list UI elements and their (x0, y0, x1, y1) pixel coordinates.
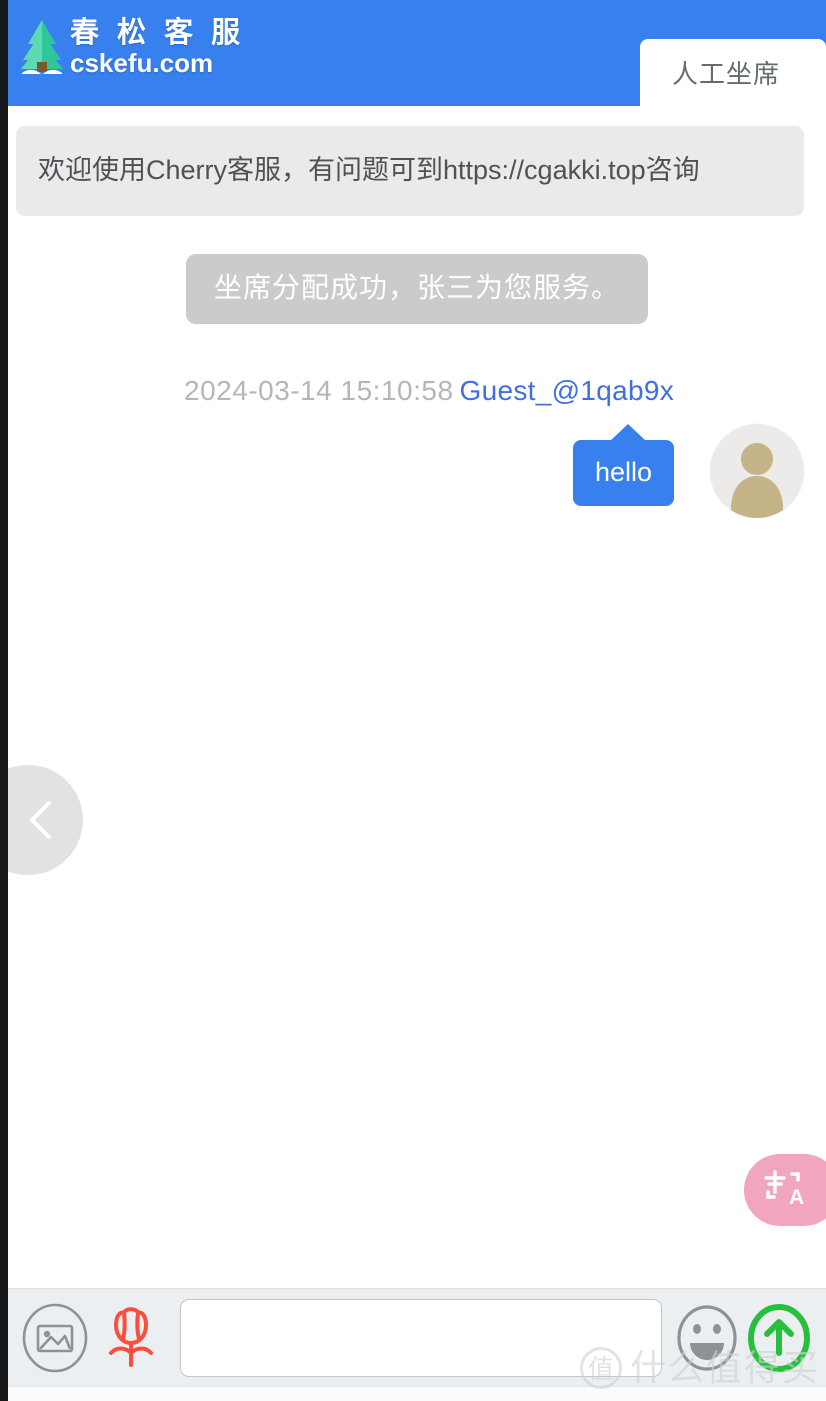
flower-tulip-icon[interactable] (98, 1303, 164, 1373)
message-bubble-outgoing[interactable]: hello (572, 424, 674, 506)
composer-toolbar (8, 1288, 826, 1386)
welcome-banner: 欢迎使用Cherry客服，有问题可到https://cgakki.top咨询 (16, 126, 804, 216)
message-meta: 2024-03-14 15:10:58 Guest_@1qab9x (184, 374, 674, 408)
frame-left-edge (0, 0, 8, 1401)
collapse-back-button[interactable] (8, 765, 83, 875)
message-row: hello (8, 424, 826, 534)
bottom-safe-area (8, 1386, 826, 1401)
pine-tree-icon (20, 17, 64, 79)
translate-button[interactable]: A (744, 1154, 826, 1226)
brand-domain: cskefu.com (70, 48, 214, 78)
welcome-banner-text: 欢迎使用Cherry客服，有问题可到https://cgakki.top咨询 (38, 155, 700, 185)
chat-message-list[interactable]: 欢迎使用Cherry客服，有问题可到https://cgakki.top咨询 坐… (8, 106, 826, 1288)
image-picture-icon[interactable] (20, 1303, 90, 1373)
message-text: hello (594, 457, 652, 487)
chevron-left-icon (26, 798, 56, 842)
chat-widget-window: 春 松 客 服 cskefu.com 人工坐席 欢迎使用Cherry客服，有问题… (0, 0, 826, 1401)
message-input[interactable] (180, 1298, 662, 1377)
message-timestamp: 2024-03-14 15:10:58 (184, 375, 454, 406)
brand-logo: 春 松 客 服 cskefu.com (20, 17, 245, 79)
chat-header: 春 松 客 服 cskefu.com 人工坐席 (8, 0, 826, 106)
send-arrow-up-icon[interactable] (746, 1303, 812, 1373)
default-user-avatar[interactable] (710, 424, 804, 518)
message-username[interactable]: Guest_@1qab9x (460, 375, 674, 406)
system-message-row: 坐席分配成功，张三为您服务。 (8, 254, 826, 324)
brand-name-cn: 春 松 客 服 (70, 17, 246, 49)
human-agent-tab[interactable]: 人工坐席 (640, 39, 826, 106)
svg-text:A: A (789, 1186, 804, 1209)
human-agent-tab-label: 人工坐席 (671, 59, 780, 89)
translate-icon: A (762, 1168, 810, 1212)
system-message-text: 坐席分配成功，张三为您服务。 (213, 272, 620, 303)
system-message-bubble: 坐席分配成功，张三为您服务。 (185, 254, 648, 324)
smiley-face-icon[interactable] (674, 1303, 740, 1373)
